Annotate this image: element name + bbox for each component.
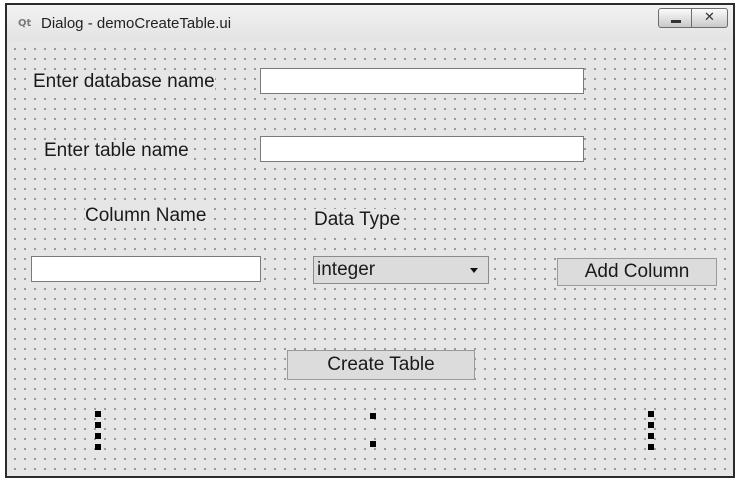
table-name-label: Enter table name — [44, 140, 189, 162]
vertical-spacer-icon — [95, 411, 101, 451]
table-name-input[interactable] — [260, 136, 584, 162]
dialog-window: Qt Dialog - demoCreateTable.ui ✕ Enter d… — [5, 3, 735, 478]
column-name-input[interactable] — [31, 256, 261, 282]
create-table-button[interactable]: Create Table — [287, 350, 475, 380]
data-type-selected: integer — [317, 259, 376, 280]
window-controls: ✕ — [658, 8, 728, 28]
vertical-spacer-icon — [648, 411, 654, 451]
vertical-spacer-icon — [370, 413, 376, 449]
column-name-header: Column Name — [85, 205, 207, 227]
window-title: Dialog - demoCreateTable.ui — [41, 15, 232, 32]
qt-logo-icon: Qt — [18, 18, 32, 29]
data-type-select[interactable]: integer — [313, 256, 489, 284]
add-column-button[interactable]: Add Column — [557, 258, 717, 286]
data-type-header: Data Type — [314, 209, 401, 231]
chevron-down-icon — [470, 268, 478, 273]
database-name-input[interactable] — [260, 68, 584, 94]
minimize-button[interactable] — [658, 8, 692, 28]
form-canvas: Enter database name Enter table name Col… — [7, 41, 733, 476]
title-bar[interactable]: Qt Dialog - demoCreateTable.ui ✕ — [7, 5, 733, 41]
database-name-label: Enter database name — [33, 71, 215, 93]
close-button[interactable]: ✕ — [692, 8, 728, 28]
